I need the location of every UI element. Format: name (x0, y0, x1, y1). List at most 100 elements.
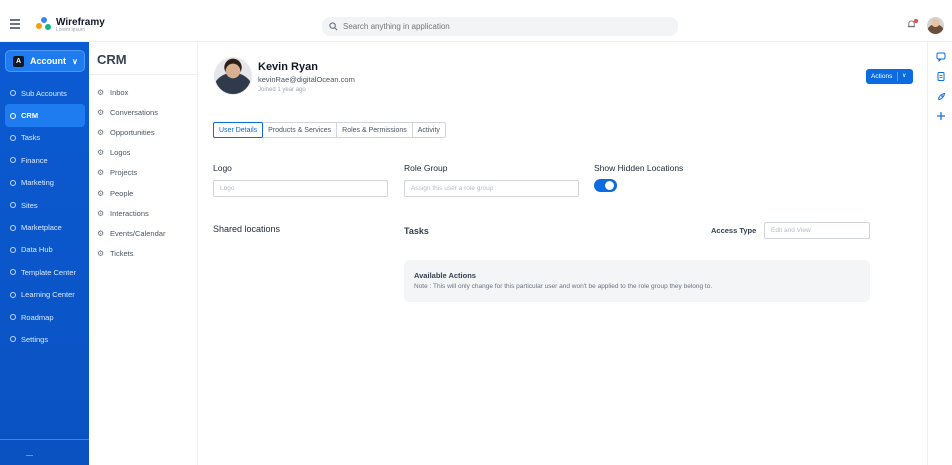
shared-locations-label: Shared locations (213, 224, 281, 234)
crm-title: CRM (97, 52, 127, 67)
sidebar-item-data-hub[interactable]: Data Hub (0, 239, 89, 261)
sidebar-item-label: Marketplace (21, 223, 62, 233)
right-utility-bar (927, 42, 952, 465)
crm-item-opportunities[interactable]: ⚙ Opportunities (97, 122, 165, 142)
profile-joined: Joined 1 year ago (258, 87, 306, 93)
crm-nav: ⚙ Inbox ⚙ Conversations ⚙ Opportunities ⚙ Lo… (97, 82, 165, 264)
main-sidebar: A Account ∨ Sub Accounts CRM Tasks Finan… (0, 42, 89, 465)
sidebar-item-marketing[interactable]: Marketing (0, 172, 89, 194)
tab-activity[interactable]: Activity (413, 123, 445, 137)
search-input[interactable] (343, 22, 643, 31)
crm-item-conversations[interactable]: ⚙ Conversations (97, 102, 165, 122)
nav-dot-icon (10, 269, 16, 276)
nav-dot-icon (10, 179, 16, 186)
account-badge: A (13, 55, 24, 67)
brand-name: Wireframy (56, 16, 105, 28)
sidebar-item-sub-accounts[interactable]: Sub Accounts (0, 82, 89, 104)
tab-roles-permissions[interactable]: Roles & Permissions (337, 123, 413, 137)
brand-logo[interactable]: Wireframy Lorem ipsum (36, 17, 105, 33)
sidebar-item-tasks[interactable]: Tasks (0, 127, 89, 149)
crm-divider (89, 74, 197, 75)
role-group-field[interactable]: Assign this user a role group (404, 180, 579, 197)
sidebar-nav: Sub Accounts CRM Tasks Finance Marketing… (0, 82, 89, 351)
top-bar: Wireframy Lorem ipsum (0, 0, 952, 42)
sidebar-item-label: Settings (21, 334, 49, 344)
nav-dot-icon (10, 224, 16, 231)
crm-panel: CRM ⚙ Inbox ⚙ Conversations ⚙ Opportunities… (89, 42, 198, 465)
crm-item-inbox[interactable]: ⚙ Inbox (97, 82, 165, 102)
crm-item-people[interactable]: ⚙ People (97, 183, 165, 203)
profile-email: kevinRae@digitalOcean.com (258, 75, 355, 84)
sidebar-item-marketplace[interactable]: Marketplace (0, 216, 89, 238)
crm-item-tickets[interactable]: ⚙ Tickets (97, 244, 165, 264)
available-actions-panel: Available Actions Note : This will only … (404, 260, 870, 302)
crm-item-label: Conversations (110, 107, 158, 117)
sidebar-item-label: Template Center (21, 267, 77, 277)
crm-item-label: Logos (110, 148, 131, 158)
gear-icon: ⚙ (97, 127, 105, 137)
logo-field[interactable]: Logo (213, 180, 388, 197)
sidebar-item-label: Sub Accounts (21, 88, 67, 98)
nav-dot-icon (10, 202, 16, 209)
crm-item-projects[interactable]: ⚙ Projects (97, 163, 165, 183)
available-actions-note: Note : This will only change for this pa… (414, 283, 713, 290)
menu-icon[interactable] (10, 19, 20, 29)
gear-icon: ⚙ (97, 228, 105, 238)
profile-tabs: User Details Products & Services Roles &… (213, 122, 446, 138)
brand-tagline: Lorem ipsum (56, 26, 85, 33)
crm-item-label: People (110, 188, 134, 198)
crm-item-events-calendar[interactable]: ⚙ Events/Calendar (97, 223, 165, 243)
access-type-field[interactable]: Edit and View (764, 222, 870, 239)
chevron-down-icon: ∨ (72, 56, 78, 66)
tasks-title: Tasks (404, 226, 429, 236)
sidebar-item-finance[interactable]: Finance (0, 149, 89, 171)
available-actions-title: Available Actions (414, 271, 476, 280)
crm-item-label: Opportunities (110, 127, 155, 137)
sidebar-divider (0, 439, 89, 440)
sidebar-item-settings[interactable]: Settings (0, 328, 89, 350)
tab-products-services[interactable]: Products & Services (263, 123, 338, 137)
chat-icon[interactable] (936, 52, 946, 62)
clipboard-icon[interactable] (936, 71, 946, 81)
sidebar-item-label: Data Hub (21, 245, 53, 255)
sidebar-item-sites[interactable]: Sites (0, 194, 89, 216)
hidden-locations-toggle[interactable] (594, 179, 617, 192)
account-switcher-button[interactable]: A Account ∨ (5, 50, 85, 72)
gear-icon: ⚙ (97, 188, 105, 198)
sidebar-item-label: Marketing (21, 178, 54, 188)
crm-item-label: Projects (110, 168, 138, 178)
toggle-knob (605, 181, 614, 190)
nav-dot-icon (10, 134, 16, 141)
search-bar[interactable] (322, 17, 678, 36)
nav-dot-icon (10, 246, 16, 253)
nav-dot-icon (10, 314, 16, 321)
crm-item-interactions[interactable]: ⚙ Interactions (97, 203, 165, 223)
search-icon (329, 22, 338, 31)
plus-icon[interactable] (936, 111, 946, 121)
crm-item-label: Interactions (110, 208, 149, 218)
user-avatar[interactable] (927, 17, 944, 34)
sidebar-item-label: Sites (21, 200, 38, 210)
crm-item-label: Inbox (110, 87, 129, 97)
brand-mark-icon (36, 17, 52, 33)
gear-icon: ⚙ (97, 168, 105, 178)
gear-icon: ⚙ (97, 87, 105, 97)
sidebar-item-learning-center[interactable]: Learning Center (0, 284, 89, 306)
collapse-icon[interactable]: — (26, 452, 33, 459)
logo-label: Logo (213, 163, 232, 173)
gear-icon: ⚙ (97, 148, 105, 158)
nav-dot-icon (10, 291, 16, 298)
account-label: Account (30, 56, 66, 66)
crm-item-label: Events/Calendar (110, 228, 166, 238)
rocket-icon[interactable] (936, 92, 946, 102)
actions-button[interactable]: Actions ∨ (866, 69, 913, 84)
sidebar-item-crm[interactable]: CRM (5, 104, 85, 127)
chevron-down-icon[interactable]: ∨ (902, 72, 906, 79)
tab-user-details[interactable]: User Details (213, 122, 264, 138)
sidebar-item-roadmap[interactable]: Roadmap (0, 306, 89, 328)
gear-icon: ⚙ (97, 208, 105, 218)
access-type-label: Access Type (711, 226, 757, 235)
sidebar-item-template-center[interactable]: Template Center (0, 261, 89, 283)
gear-icon: ⚙ (97, 107, 105, 117)
crm-item-logos[interactable]: ⚙ Logos (97, 143, 165, 163)
